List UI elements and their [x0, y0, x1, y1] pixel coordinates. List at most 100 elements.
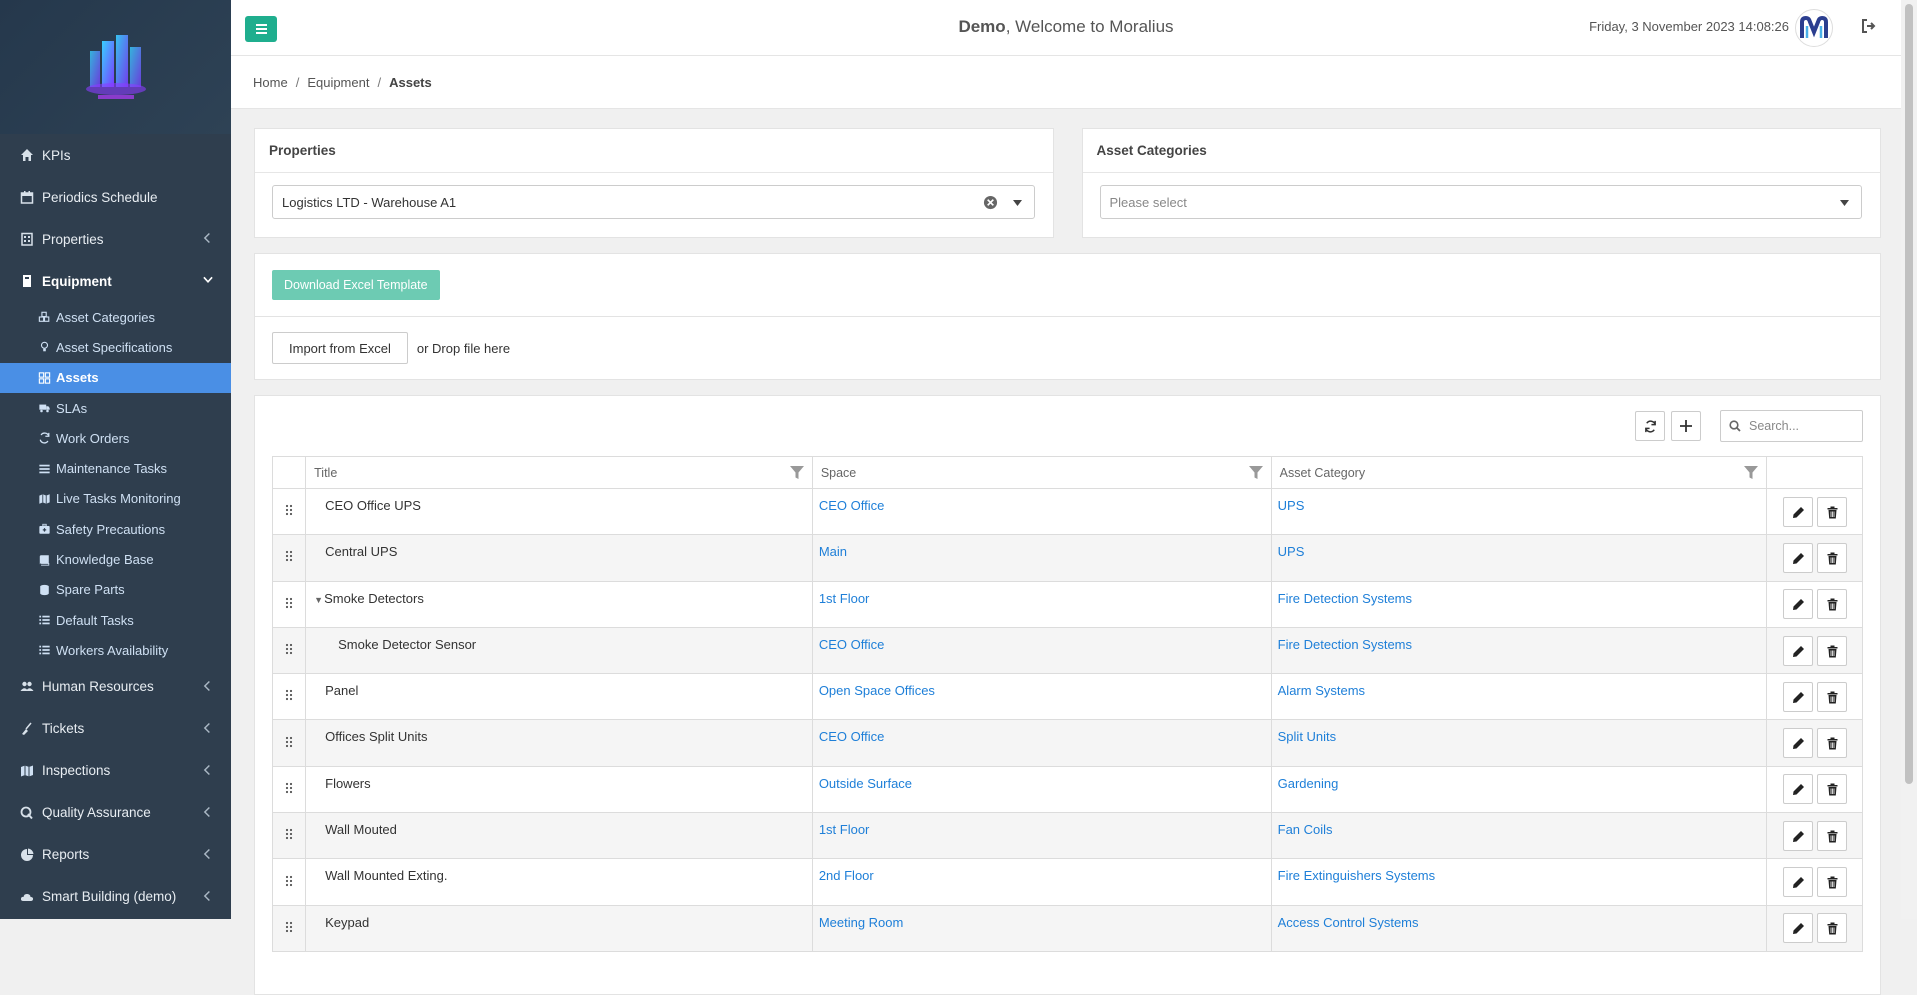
drag-handle-icon[interactable] — [285, 828, 293, 840]
edit-button[interactable] — [1782, 681, 1813, 712]
drag-handle-icon[interactable] — [285, 643, 293, 655]
asset-categories-select[interactable]: Please select — [1099, 185, 1862, 219]
edit-button[interactable] — [1782, 913, 1813, 944]
sidebar-subitem-assets[interactable]: Assets — [0, 362, 231, 393]
delete-button[interactable] — [1816, 496, 1847, 527]
space-link[interactable]: Meeting Room — [819, 915, 904, 930]
column-header-title[interactable]: Title — [305, 456, 813, 489]
asset-category-link[interactable]: Fire Detection Systems — [1278, 637, 1412, 652]
drag-handle-icon[interactable] — [285, 689, 293, 701]
edit-button[interactable] — [1782, 635, 1813, 666]
collapse-toggle-icon[interactable]: ▼ — [314, 595, 324, 605]
space-link[interactable]: CEO Office — [819, 637, 885, 652]
breadcrumb-equipment[interactable]: Equipment — [307, 75, 369, 90]
table-row[interactable]: Wall Mounted Exting. 2nd Floor Fire Exting… — [271, 858, 1863, 906]
sidebar-item-equipment[interactable]: Equipment — [0, 260, 231, 302]
space-link[interactable]: 2nd Floor — [819, 868, 874, 883]
sidebar-subitem-asset-categories[interactable]: Asset Categories — [0, 302, 231, 332]
asset-category-link[interactable]: Fire Extinguishers Systems — [1278, 868, 1436, 883]
sidebar-subitem-default-tasks[interactable]: Default Tasks — [0, 605, 231, 635]
search-input[interactable] — [1747, 418, 1857, 434]
column-header-asset-category[interactable]: Asset Category — [1270, 456, 1768, 489]
drag-handle-cell[interactable] — [271, 858, 307, 906]
asset-category-link[interactable]: Access Control Systems — [1278, 915, 1419, 930]
sidebar-subitem-knowledge-base[interactable]: Knowledge Base — [0, 544, 231, 574]
table-row[interactable]: ▼Smoke Detectors 1st Floor Fire Detection … — [271, 580, 1863, 628]
space-link[interactable]: CEO Office — [819, 729, 885, 744]
sidebar-subitem-maintenance-tasks[interactable]: Maintenance Tasks — [0, 453, 231, 483]
edit-button[interactable] — [1782, 589, 1813, 620]
import-from-excel-button[interactable]: Import from Excel — [272, 332, 408, 364]
space-link[interactable]: 1st Floor — [819, 822, 870, 837]
filter-icon[interactable] — [789, 466, 804, 480]
edit-button[interactable] — [1782, 542, 1813, 573]
page-scrollbar[interactable] — [1901, 0, 1917, 919]
delete-button[interactable] — [1816, 774, 1847, 805]
asset-category-link[interactable]: Alarm Systems — [1278, 683, 1365, 698]
edit-button[interactable] — [1782, 728, 1813, 759]
clear-icon[interactable] — [983, 195, 998, 210]
sidebar-item-reports[interactable]: Reports — [0, 834, 231, 876]
delete-button[interactable] — [1816, 681, 1847, 712]
space-link[interactable]: Open Space Offices — [819, 683, 935, 698]
edit-button[interactable] — [1782, 820, 1813, 851]
drag-handle-icon[interactable] — [285, 921, 293, 933]
drag-handle-icon[interactable] — [285, 550, 293, 562]
sidebar-subitem-workers-availability[interactable]: Workers Availability — [0, 635, 231, 665]
edit-button[interactable] — [1782, 496, 1813, 527]
asset-category-link[interactable]: UPS — [1278, 498, 1305, 513]
drag-handle-cell[interactable] — [271, 534, 307, 582]
drag-handle-cell[interactable] — [271, 580, 307, 628]
refresh-button[interactable] — [1635, 411, 1665, 441]
space-link[interactable]: 1st Floor — [819, 591, 870, 606]
drag-handle-cell[interactable] — [271, 904, 307, 952]
edit-button[interactable] — [1782, 774, 1813, 805]
sidebar-subitem-asset-specifications[interactable]: Asset Specifications — [0, 332, 231, 362]
properties-select[interactable]: Logistics LTD - Warehouse A1 — [272, 185, 1035, 219]
sidebar-subitem-safety-precautions[interactable]: Safety Precautions — [0, 514, 231, 544]
sidebar-item-quality-assurance[interactable]: Quality Assurance — [0, 792, 231, 834]
avatar[interactable] — [1795, 9, 1833, 47]
sidebar-item-kpis[interactable]: KPIs — [0, 134, 231, 176]
sidebar-subitem-work-orders[interactable]: Work Orders — [0, 423, 231, 453]
drag-handle-cell[interactable] — [271, 487, 307, 536]
drag-handle-cell[interactable] — [271, 765, 307, 814]
logout-icon[interactable] — [1861, 18, 1877, 34]
table-row[interactable]: Wall Mouted 1st Floor Fan Coils — [271, 812, 1863, 860]
drag-handle-icon[interactable] — [285, 736, 293, 748]
filter-icon[interactable] — [1248, 466, 1263, 480]
delete-button[interactable] — [1816, 589, 1847, 620]
drag-handle-icon[interactable] — [285, 597, 293, 609]
sidebar-item-tickets[interactable]: Tickets — [0, 708, 231, 750]
sidebar-subitem-slas[interactable]: SLAs — [0, 393, 231, 423]
sidebar-item-inspections[interactable]: Inspections — [0, 750, 231, 792]
sidebar-item-periodics-schedule[interactable]: Periodics Schedule — [0, 176, 231, 218]
sidebar-item-smart-building-demo[interactable]: Smart Building (demo) — [0, 876, 231, 918]
drag-handle-cell[interactable] — [271, 812, 307, 860]
filter-icon[interactable] — [1744, 466, 1759, 480]
drag-handle-cell[interactable] — [271, 719, 307, 767]
drag-handle-icon[interactable] — [285, 782, 293, 794]
scrollbar-thumb[interactable] — [1905, 4, 1913, 784]
column-header-space[interactable]: Space — [811, 456, 1272, 489]
breadcrumb-home[interactable]: Home — [253, 75, 288, 90]
delete-button[interactable] — [1816, 728, 1847, 759]
asset-category-link[interactable]: UPS — [1278, 544, 1305, 559]
drag-handle-icon[interactable] — [285, 504, 293, 516]
table-row[interactable]: Flowers Outside Surface Gardening — [271, 765, 1863, 814]
sidebar-item-human-resources[interactable]: Human Resources — [0, 666, 231, 708]
table-row[interactable]: CEO Office UPS CEO Office UPS — [271, 487, 1863, 536]
space-link[interactable]: CEO Office — [819, 498, 885, 513]
sidebar-subitem-spare-parts[interactable]: Spare Parts — [0, 575, 231, 605]
space-link[interactable]: Outside Surface — [819, 776, 912, 791]
delete-button[interactable] — [1816, 867, 1847, 898]
sidebar-subitem-live-tasks-monitoring[interactable]: Live Tasks Monitoring — [0, 484, 231, 514]
download-excel-template-button[interactable]: Download Excel Template — [272, 270, 440, 300]
table-row[interactable]: Central UPS Main UPS — [271, 534, 1863, 582]
asset-category-link[interactable]: Fan Coils — [1278, 822, 1333, 837]
table-row[interactable]: Panel Open Space Offices Alarm Systems — [271, 673, 1863, 721]
add-asset-button[interactable] — [1671, 411, 1701, 441]
asset-category-link[interactable]: Split Units — [1278, 729, 1337, 744]
caret-down-icon[interactable] — [1012, 200, 1022, 206]
edit-button[interactable] — [1782, 867, 1813, 898]
